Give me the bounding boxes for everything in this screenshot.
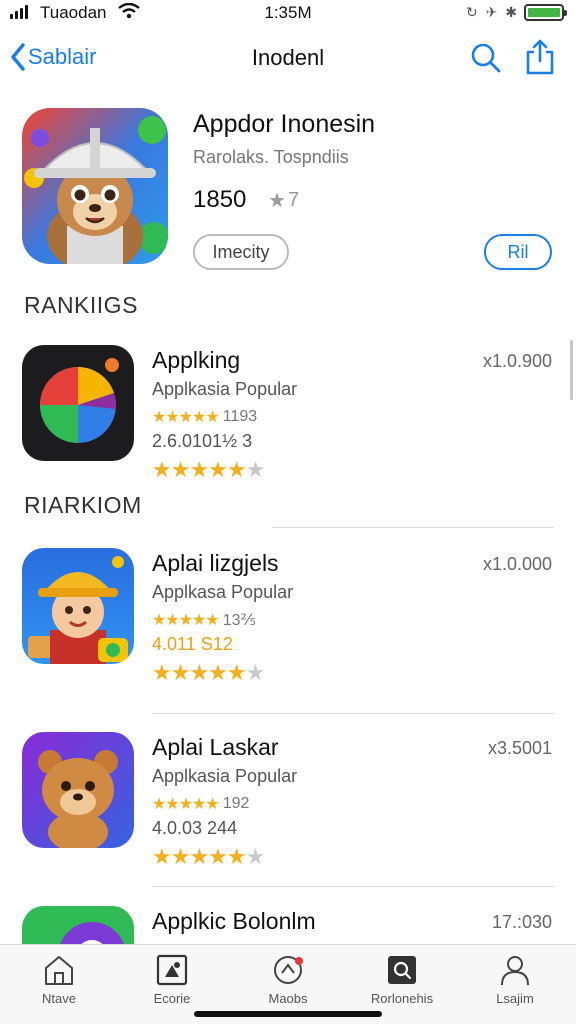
- app-icon: [22, 732, 134, 848]
- tab-home[interactable]: Ntave: [4, 953, 114, 1006]
- rating-count: 192: [222, 795, 250, 812]
- search-icon[interactable]: [470, 42, 502, 74]
- featured-star-text: 7: [287, 189, 300, 211]
- list-item[interactable]: Applkic Bolonlm 17.:030: [0, 906, 576, 944]
- all-button[interactable]: Ril: [484, 234, 552, 270]
- list-item[interactable]: Aplai lizgjels Applkasa Popular ★★★★★ 13…: [0, 548, 576, 698]
- divider: [152, 886, 554, 887]
- tab-store[interactable]: Ecorie: [117, 953, 227, 1006]
- status-bar: Tuaodan 1:35M ↻ ✈ ✱: [0, 0, 576, 26]
- featured-app-name: Appdor Inonesin: [193, 110, 376, 138]
- app-price: x1.0.900: [482, 351, 552, 371]
- featured-app: Appdor Inonesin Rarolaks. Tospndiis 1850…: [0, 100, 576, 280]
- list-item[interactable]: Applking Applkasia Popular ★★★★★ 1193 2.…: [0, 345, 576, 495]
- rating-count: 1193: [222, 408, 258, 425]
- home-indicator[interactable]: [194, 1011, 382, 1017]
- app-subtitle: Applkasia Popular: [152, 379, 298, 399]
- tab-search[interactable]: Rorlonehis: [347, 953, 457, 1006]
- tab-profile[interactable]: Lsajim: [460, 953, 570, 1006]
- app-meta: 4.011 S12: [152, 634, 233, 654]
- featured-app-icon[interactable]: [22, 108, 168, 264]
- star-rating-icon: ★★★★★: [152, 409, 220, 426]
- app-name: Applkic Bolonlm: [152, 908, 316, 934]
- rating-line: ★★★★★ 13⅖: [152, 610, 256, 630]
- app-price: x1.0.000: [482, 554, 552, 574]
- app-meta: 4.0.03 244: [152, 818, 238, 838]
- tab-label: Ecorie: [153, 991, 191, 1006]
- app-name: Aplai Laskar: [152, 734, 279, 760]
- star-rating-icon: ★★★★★★: [152, 457, 265, 482]
- star-rating-icon: ★★★★★: [152, 612, 220, 629]
- battery-icon: [524, 4, 567, 21]
- app-icon: [22, 548, 134, 664]
- star-rating-icon: ★★★★★★: [152, 844, 265, 869]
- scroll-indicator[interactable]: [570, 340, 573, 400]
- search-tab-icon: [388, 956, 416, 984]
- share-icon[interactable]: [524, 38, 556, 76]
- star-icon: ★: [268, 190, 286, 212]
- app-subtitle: Applkasa Popular: [152, 582, 294, 602]
- store-icon: [156, 954, 188, 986]
- app-icon: [22, 345, 134, 461]
- section-title-rankiom: RIARKIOM: [24, 492, 142, 518]
- get-button[interactable]: Imecity: [193, 234, 289, 270]
- tab-label: Maobs: [268, 991, 308, 1006]
- star-rating-icon: ★★★★★: [152, 796, 220, 813]
- rating-line: ★★★★★ 192: [152, 794, 249, 814]
- tab-label: Ntave: [42, 991, 76, 1006]
- rating-count: 13⅖: [222, 612, 257, 629]
- app-icon: [22, 906, 134, 944]
- featured-app-developer: Rarolaks. Tospndiis: [193, 147, 349, 167]
- tab-label: Lsajim: [496, 991, 534, 1006]
- featured-rating-count: 1850: [193, 186, 247, 213]
- divider: [272, 527, 554, 528]
- app-price: 17.:030: [491, 912, 552, 932]
- app-price: x3.5001: [487, 738, 552, 758]
- person-icon: [501, 956, 529, 986]
- rating-line: ★★★★★ 1193: [152, 407, 257, 427]
- list-item[interactable]: Aplai Laskar Applkasia Popular ★★★★★ 192…: [0, 732, 576, 882]
- status-icons: ↻ ✈ ✱: [466, 4, 519, 20]
- featured-star-rating: ★ 7: [268, 188, 299, 213]
- section-title-rankings: RANKIIGS: [24, 292, 138, 318]
- app-name: Aplai lizgjels: [152, 550, 279, 576]
- app-meta: 2.6.0101½ 3: [152, 431, 253, 451]
- app-name: Applking: [152, 347, 241, 373]
- tab-label: Rorlonehis: [370, 991, 434, 1006]
- star-rating-icon: ★★★★★★: [152, 660, 265, 685]
- home-icon: [45, 956, 73, 985]
- tab-maobs[interactable]: Maobs: [233, 953, 343, 1006]
- divider: [152, 713, 554, 714]
- app-subtitle: Applkasia Popular: [152, 766, 298, 786]
- nav-bar: Sablair Inodenl: [0, 30, 576, 90]
- rocket-icon: [274, 956, 303, 984]
